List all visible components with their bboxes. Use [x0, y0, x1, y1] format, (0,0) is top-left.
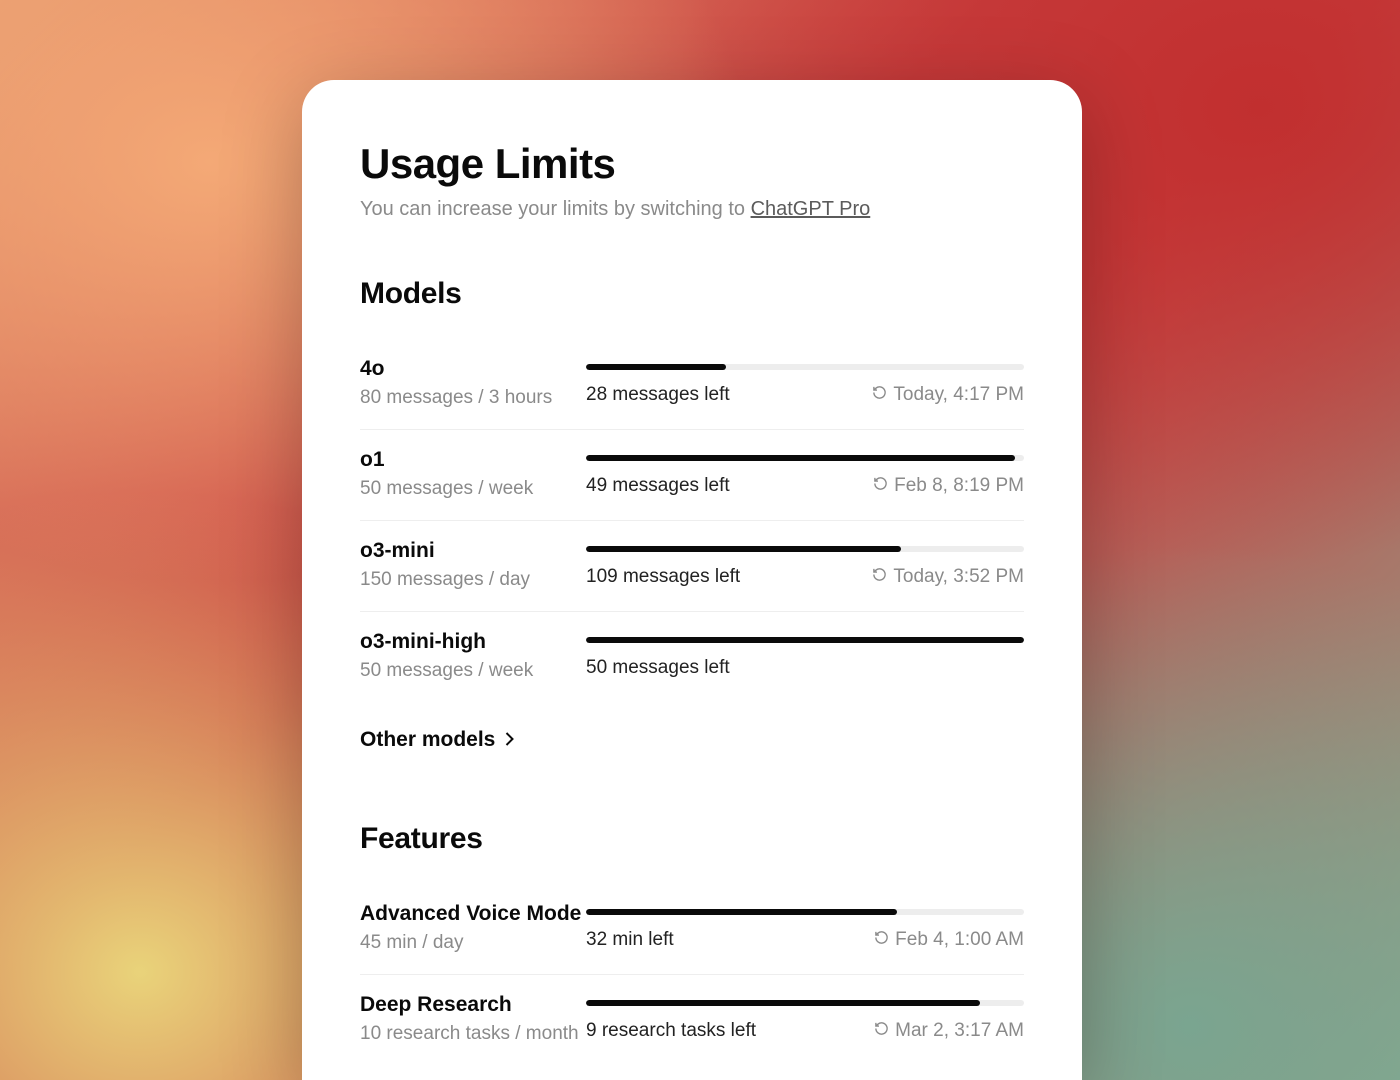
- progress-bar: [586, 455, 1024, 461]
- feature-row: Advanced Voice Mode 45 min / day 32 min …: [360, 884, 1024, 975]
- remaining-label: 32 min left: [586, 929, 674, 951]
- chevron-right-icon: [505, 728, 514, 752]
- model-quota: 80 messages / 3 hours: [360, 387, 586, 409]
- model-row: o1 50 messages / week 49 messages left F…: [360, 430, 1024, 521]
- feature-row: Deep Research 10 research tasks / month …: [360, 975, 1024, 1065]
- model-name: o1: [360, 448, 586, 472]
- features-section-title: Features: [360, 822, 1024, 856]
- model-quota: 50 messages / week: [360, 660, 586, 682]
- subtitle-prefix: You can increase your limits by switchin…: [360, 198, 751, 220]
- feature-name: Deep Research: [360, 993, 586, 1017]
- model-name: o3-mini: [360, 539, 586, 563]
- feature-quota: 10 research tasks / month: [360, 1023, 586, 1045]
- chatgpt-pro-link[interactable]: ChatGPT Pro: [751, 198, 871, 220]
- refresh-icon: [873, 475, 888, 497]
- reset-time: Mar 2, 3:17 AM: [874, 1020, 1024, 1042]
- remaining-label: 109 messages left: [586, 566, 740, 588]
- remaining-label: 28 messages left: [586, 384, 730, 406]
- reset-time: Feb 8, 8:19 PM: [873, 475, 1024, 497]
- progress-fill: [586, 546, 901, 552]
- refresh-icon: [874, 1020, 889, 1042]
- reset-time: Today, 4:17 PM: [872, 384, 1024, 406]
- model-row: o3-mini-high 50 messages / week 50 messa…: [360, 612, 1024, 702]
- remaining-label: 9 research tasks left: [586, 1020, 756, 1042]
- progress-bar: [586, 909, 1024, 915]
- model-row: 4o 80 messages / 3 hours 28 messages lef…: [360, 339, 1024, 430]
- feature-quota: 45 min / day: [360, 932, 586, 954]
- other-models-label: Other models: [360, 728, 495, 752]
- other-models-button[interactable]: Other models: [360, 702, 1024, 762]
- feature-name: Advanced Voice Mode: [360, 902, 586, 926]
- progress-fill: [586, 364, 726, 370]
- model-name: o3-mini-high: [360, 630, 586, 654]
- reset-time: Today, 3:52 PM: [872, 566, 1024, 588]
- page-subtitle: You can increase your limits by switchin…: [360, 198, 1024, 221]
- page-title: Usage Limits: [360, 140, 1024, 188]
- model-quota: 50 messages / week: [360, 478, 586, 500]
- refresh-icon: [874, 929, 889, 951]
- progress-bar: [586, 1000, 1024, 1006]
- remaining-label: 50 messages left: [586, 657, 730, 679]
- model-quota: 150 messages / day: [360, 569, 586, 591]
- progress-bar: [586, 546, 1024, 552]
- progress-fill: [586, 1000, 980, 1006]
- usage-limits-card: Usage Limits You can increase your limit…: [302, 80, 1082, 1080]
- reset-time: Feb 4, 1:00 AM: [874, 929, 1024, 951]
- progress-fill: [586, 455, 1015, 461]
- remaining-label: 49 messages left: [586, 475, 730, 497]
- progress-bar: [586, 364, 1024, 370]
- progress-fill: [586, 637, 1024, 643]
- model-name: 4o: [360, 357, 586, 381]
- refresh-icon: [872, 566, 887, 588]
- refresh-icon: [872, 384, 887, 406]
- model-row: o3-mini 150 messages / day 109 messages …: [360, 521, 1024, 612]
- models-section-title: Models: [360, 277, 1024, 311]
- progress-bar: [586, 637, 1024, 643]
- progress-fill: [586, 909, 897, 915]
